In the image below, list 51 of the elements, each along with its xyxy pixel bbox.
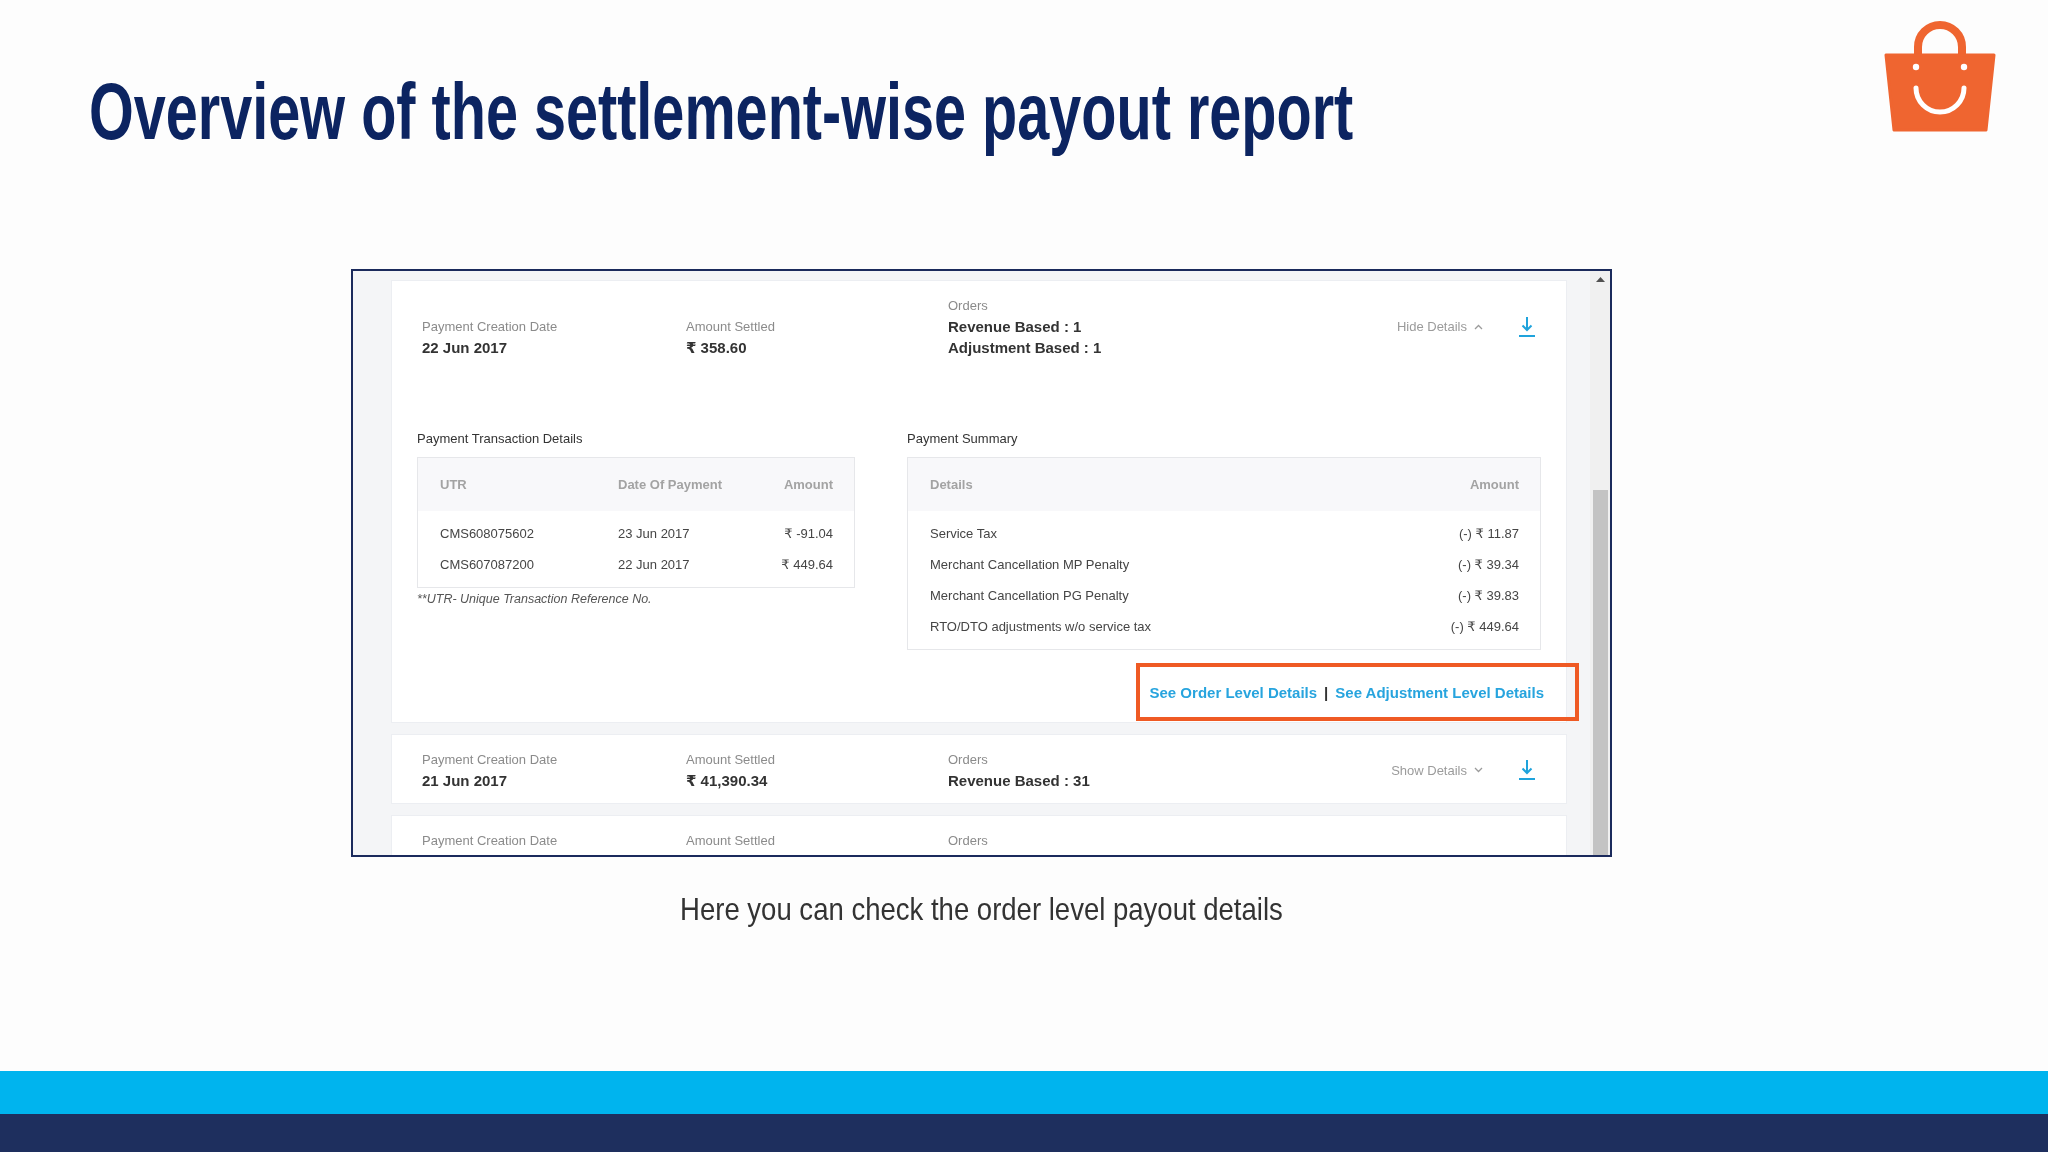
field-value: Adjustment Based : 1: [948, 338, 1102, 358]
table-cell: RTO/DTO adjustments w/o service tax: [930, 619, 1152, 634]
table-cell: ₹ 449.64: [781, 557, 833, 572]
section-title: Payment Summary: [907, 430, 1018, 448]
download-icon[interactable]: [1519, 760, 1535, 780]
details-link[interactable]: See Adjustment Level Details: [1335, 683, 1544, 701]
scrollbar-thumb[interactable]: [1592, 490, 1608, 855]
column-header: Details: [930, 477, 973, 492]
table-cell: Merchant Cancellation MP Penalty: [930, 557, 1130, 572]
table-cell: Service Tax: [930, 526, 997, 541]
field-label: Payment Creation Date: [422, 751, 558, 769]
table-cell: Merchant Cancellation PG Penalty: [930, 588, 1129, 603]
field-label: Orders: [948, 832, 988, 850]
details-toggle[interactable]: Show Details: [1391, 762, 1483, 778]
table-cell: 23 Jun 2017: [618, 526, 690, 541]
field-label: Payment Creation Date: [422, 832, 558, 850]
footnote: **UTR- Unique Transaction Reference No.: [417, 592, 652, 606]
section-title: Payment Transaction Details: [417, 430, 583, 448]
table-cell: (-) ₹ 39.83: [1458, 588, 1519, 603]
column-header: UTR: [440, 477, 467, 492]
link-separator: |: [1324, 683, 1329, 701]
field-label: Orders: [948, 297, 988, 315]
field-label: Amount Settled: [686, 318, 775, 336]
chevron-up-icon: [1474, 323, 1483, 330]
table-cell: (-) ₹ 11.87: [1458, 526, 1519, 541]
details-toggle[interactable]: Hide Details: [1396, 319, 1483, 334]
table-cell: 22 Jun 2017: [618, 557, 690, 572]
field-value: Revenue Based : 31: [948, 771, 1090, 791]
table-cell: (-) ₹ 39.34: [1458, 557, 1519, 572]
table-cell: CMS607087200: [440, 557, 534, 572]
table-cell: (-) ₹ 449.64: [1450, 619, 1519, 634]
slide-caption: Here you can check the order level payout details: [680, 890, 1283, 929]
field-label: Orders: [948, 751, 988, 769]
field-label: Payment Creation Date: [422, 318, 558, 336]
download-icon[interactable]: [1519, 316, 1535, 337]
field-label: Amount Settled: [686, 832, 775, 850]
field-value: Revenue Based : 1: [948, 317, 1082, 337]
scroll-up-arrow-icon[interactable]: [1595, 277, 1605, 282]
field-value: 21 Jun 2017: [422, 771, 508, 791]
column-header: Date Of Payment: [618, 477, 723, 492]
table-cell: CMS608075602: [440, 526, 534, 541]
field-label: Amount Settled: [686, 751, 775, 769]
field-value: ₹ 41,390.34: [686, 771, 768, 791]
scrollbar[interactable]: [1590, 271, 1610, 855]
details-link[interactable]: See Order Level Details: [1149, 683, 1318, 701]
column-header: Amount: [1469, 477, 1519, 492]
field-value: 22 Jun 2017: [422, 338, 508, 358]
field-value: ₹ 358.60: [686, 338, 747, 358]
column-header: Amount: [783, 477, 833, 492]
chevron-down-icon: [1474, 767, 1483, 773]
table-cell: ₹ -91.04: [784, 526, 833, 541]
